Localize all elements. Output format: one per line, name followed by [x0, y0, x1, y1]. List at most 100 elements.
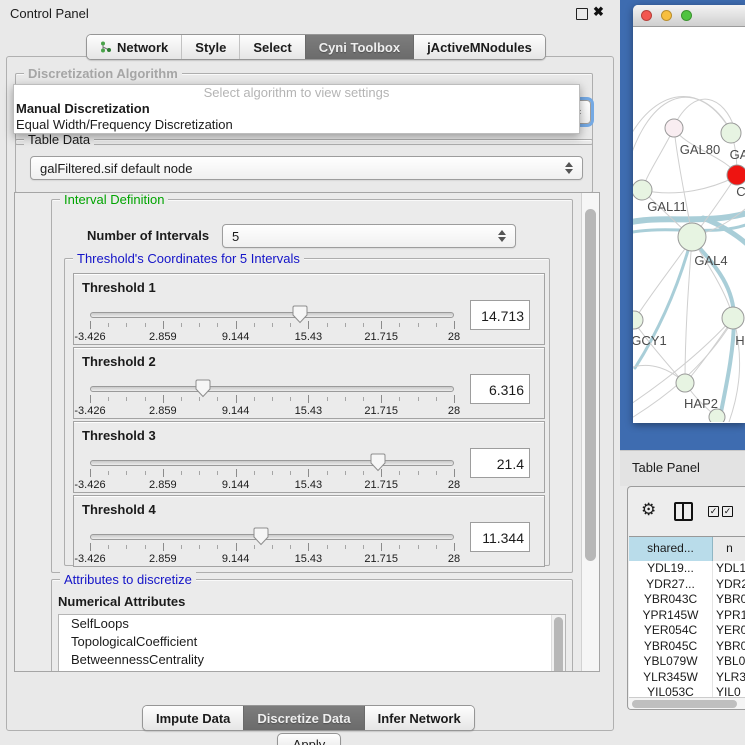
num-intervals-label: Number of Intervals: [87, 228, 209, 243]
split-pane-icon[interactable]: [674, 502, 693, 521]
column-header-name[interactable]: n: [713, 537, 745, 561]
table-data-combo[interactable]: galFiltered.sif default node: [30, 156, 583, 180]
network-edge[interactable]: [634, 322, 683, 382]
tick-mark: [327, 397, 328, 401]
network-node[interactable]: [633, 180, 652, 200]
float-window-icon[interactable]: [576, 8, 588, 20]
network-node[interactable]: [722, 307, 744, 329]
network-node[interactable]: [721, 123, 741, 143]
threshold-slider[interactable]: -3.4262.8599.14415.4321.71528: [90, 452, 454, 490]
threshold-panel: Threshold 1-3.4262.8599.14415.4321.71528…: [73, 273, 545, 345]
table-row[interactable]: YDL19...YDL1: [629, 561, 745, 577]
gear-icon[interactable]: ⚙: [641, 500, 656, 520]
tab-discretize-data[interactable]: Discretize Data: [243, 706, 363, 730]
network-node[interactable]: [727, 165, 745, 185]
algorithm-option[interactable]: Equal Width/Frequency Discretization: [14, 117, 579, 133]
slider-thumb-icon[interactable]: [253, 527, 269, 546]
scrollbar-thumb[interactable]: [585, 209, 596, 561]
network-node[interactable]: [678, 223, 706, 251]
threshold-value-field[interactable]: 6.316: [470, 374, 530, 404]
threshold-slider[interactable]: -3.4262.8599.14415.4321.71528: [90, 526, 454, 564]
tick-label: 2.859: [149, 479, 177, 491]
attributes-scrollbar[interactable]: [551, 615, 565, 672]
column-header-shared[interactable]: shared...: [629, 537, 713, 561]
slider-thumb-icon[interactable]: [195, 379, 211, 398]
checkbox-icon[interactable]: ✓: [708, 506, 719, 517]
tick-mark: [145, 545, 146, 549]
tab-cyni-toolbox[interactable]: Cyni Toolbox: [305, 35, 413, 59]
network-edge[interactable]: [635, 240, 691, 368]
slider-thumb-icon[interactable]: [370, 453, 386, 472]
network-node[interactable]: [633, 311, 643, 329]
checkbox-icon[interactable]: ✓: [722, 506, 733, 517]
tab-network[interactable]: Network: [87, 35, 181, 59]
tick-mark: [163, 395, 164, 403]
threshold-value-field[interactable]: 14.713: [470, 300, 530, 330]
tick-mark: [436, 545, 437, 549]
node-label: H: [735, 333, 744, 348]
network-edge[interactable]: [635, 239, 692, 319]
zoom-traffic-light-icon[interactable]: [681, 10, 692, 21]
slider-tick-labels: -3.4262.8599.14415.4321.71528: [90, 331, 454, 342]
attribute-list-item[interactable]: SelfLoops: [59, 615, 565, 633]
threshold-slider[interactable]: -3.4262.8599.14415.4321.71528: [90, 304, 454, 342]
tick-mark: [454, 321, 455, 329]
table-horizontal-scrollbar[interactable]: [629, 697, 745, 709]
table-row[interactable]: YIL053CYIL0: [629, 685, 745, 697]
table-row[interactable]: YER054CYER0: [629, 623, 745, 639]
settings-vertical-scrollbar[interactable]: [581, 193, 599, 671]
slider-track: [90, 312, 454, 318]
table-row[interactable]: YLR345WYLR3: [629, 670, 745, 686]
tick-mark: [145, 397, 146, 401]
table-row[interactable]: YBR043CYBR0: [629, 592, 745, 608]
network-edge[interactable]: [687, 319, 733, 381]
network-edge[interactable]: [692, 239, 733, 317]
network-glyph-icon: [100, 41, 112, 53]
slider-tick-labels: -3.4262.8599.14415.4321.71528: [90, 405, 454, 416]
network-edge[interactable]: [703, 218, 745, 248]
close-traffic-light-icon[interactable]: [641, 10, 652, 21]
network-node[interactable]: [676, 374, 694, 392]
slider-ticks: [90, 321, 454, 330]
attribute-list-item[interactable]: TopologicalCoefficient: [59, 633, 565, 651]
table-row[interactable]: YPR145WYPR1: [629, 608, 745, 624]
network-node[interactable]: [665, 119, 683, 137]
tick-mark: [345, 397, 346, 401]
tab-jactivemnodules[interactable]: jActiveMNodules: [413, 35, 545, 59]
tick-mark: [345, 471, 346, 475]
tab-select[interactable]: Select: [239, 35, 304, 59]
attribute-list-item[interactable]: BetweennessCentrality: [59, 651, 565, 669]
table-cell-name: YBR0: [713, 639, 745, 655]
apply-button[interactable]: Apply: [277, 733, 341, 745]
tick-mark: [181, 545, 182, 549]
network-canvas[interactable]: GAL80GACGAL11GAL4GCY1HHAP2: [633, 26, 745, 422]
tick-label: 21.715: [364, 553, 398, 565]
tab-style[interactable]: Style: [181, 35, 239, 59]
tab-impute-data[interactable]: Impute Data: [143, 706, 243, 730]
threshold-value-field[interactable]: 21.4: [470, 448, 530, 478]
threshold-slider[interactable]: -3.4262.8599.14415.4321.71528: [90, 378, 454, 416]
tick-mark: [436, 397, 437, 401]
tab-infer-network[interactable]: Infer Network: [364, 706, 474, 730]
slider-thumb-icon[interactable]: [292, 305, 308, 324]
table-row[interactable]: YBL079WYBL0: [629, 654, 745, 670]
table-row[interactable]: YDR27...YDR2: [629, 577, 745, 593]
tick-mark: [272, 397, 273, 401]
tick-mark: [217, 471, 218, 475]
minimize-traffic-light-icon[interactable]: [661, 10, 672, 21]
table-row[interactable]: YBR045CYBR0: [629, 639, 745, 655]
network-edge[interactable]: [642, 177, 735, 193]
numerical-attributes-list[interactable]: SelfLoopsTopologicalCoefficientBetweenne…: [58, 614, 566, 672]
table-cell-name: YPR1: [713, 608, 745, 624]
table-body: YDL19...YDL1YDR27...YDR2YBR043CYBR0YPR14…: [629, 561, 745, 697]
tab-label: Impute Data: [156, 711, 230, 726]
tick-mark: [399, 323, 400, 327]
tick-mark: [236, 321, 237, 329]
threshold-value-field[interactable]: 11.344: [470, 522, 530, 552]
close-icon[interactable]: ✖: [593, 4, 604, 20]
tick-mark: [454, 543, 455, 551]
tick-label: 28: [448, 405, 460, 417]
algorithm-option[interactable]: Manual Discretization: [14, 101, 579, 117]
table-cell-shared: YIL053C: [629, 685, 713, 697]
num-intervals-combo[interactable]: 5: [222, 224, 516, 248]
